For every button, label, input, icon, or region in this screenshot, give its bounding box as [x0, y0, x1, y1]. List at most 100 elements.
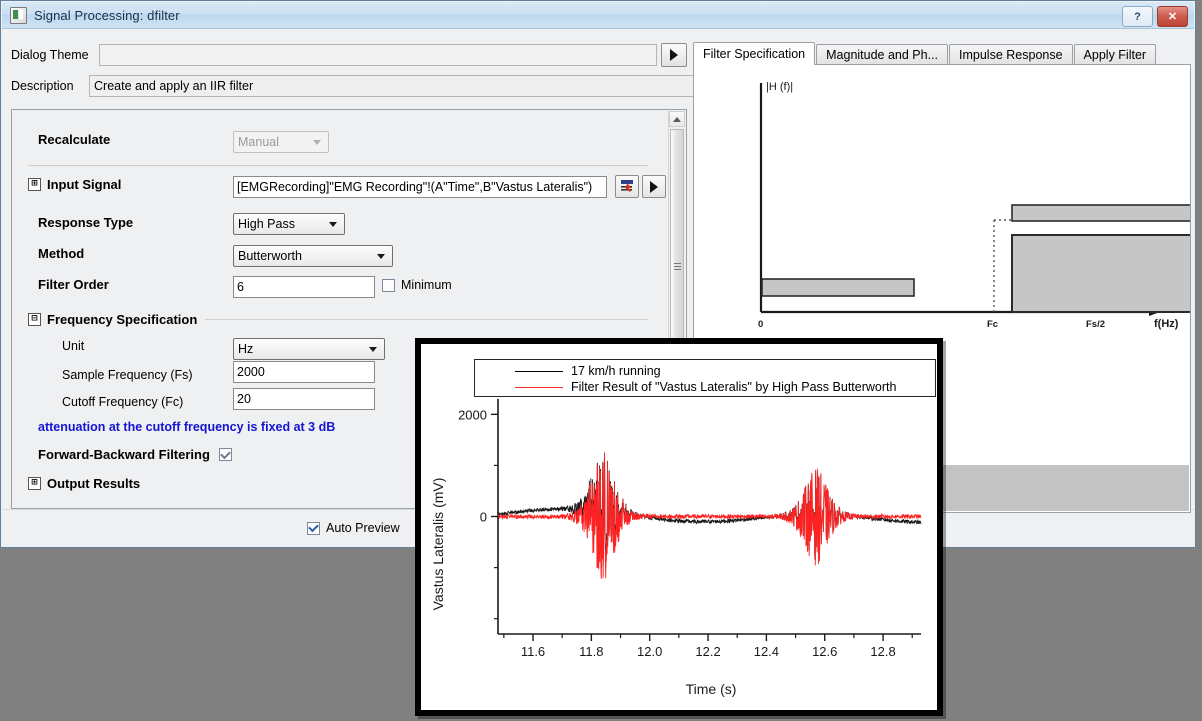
diagram-x-axis-label: f(Hz) [1154, 318, 1179, 330]
description-field[interactable]: Create and apply an IIR filter [89, 75, 709, 97]
recalculate-row: Recalculate [38, 132, 228, 147]
tab-strip: Filter Specification Magnitude and Ph...… [693, 42, 1157, 65]
forward-backward-checkbox[interactable] [218, 448, 232, 461]
plot-y-axis-label: Vastus Lateralis (mV) [430, 478, 446, 611]
response-type-select[interactable]: High Pass [233, 213, 345, 235]
description-label: Description [11, 79, 74, 93]
triangle-right-icon [650, 180, 658, 193]
auto-preview-row: Auto Preview [307, 521, 400, 535]
trace-raw [497, 452, 922, 569]
diagram-tick-fs2: Fs/2 [1086, 319, 1105, 330]
input-signal-row: ⊞ Input Signal [28, 177, 121, 192]
chevron-down-icon [313, 139, 321, 145]
auto-preview-label: Auto Preview [326, 521, 400, 535]
auto-preview-checkbox[interactable] [307, 521, 320, 535]
chevron-down-icon [369, 346, 377, 352]
x-tick-label: 11.6 [521, 644, 545, 659]
tab-impulse-response[interactable]: Impulse Response [949, 44, 1073, 65]
x-tick-label: 12.4 [754, 644, 779, 659]
chevron-up-icon [673, 116, 681, 122]
grip-icon [673, 263, 681, 270]
input-signal-expander[interactable]: ⊞ [28, 178, 41, 191]
diagram-tick-0: 0 [758, 319, 763, 330]
window-title: Signal Processing: dfilter [34, 7, 180, 23]
dialog-theme-menu-button[interactable] [661, 43, 687, 67]
frequency-specification-group-header: ⊟ Frequency Specification [28, 312, 648, 327]
output-results-label: Output Results [47, 476, 141, 491]
tab-magnitude-and-phase[interactable]: Magnitude and Ph... [816, 44, 949, 65]
method-select[interactable]: Butterworth [233, 245, 393, 267]
input-signal-label: Input Signal [47, 177, 122, 192]
unit-label: Unit [62, 339, 85, 353]
minimum-checkbox-row: Minimum [382, 278, 452, 292]
filter-order-field[interactable]: 6 [233, 276, 375, 298]
dialog-theme-label: Dialog Theme [11, 48, 89, 62]
scroll-up-button[interactable] [669, 111, 685, 127]
select-data-icon-button[interactable] [615, 175, 639, 198]
triangle-right-icon [670, 49, 679, 61]
diagram-tick-fc: Fc [987, 319, 998, 330]
sample-frequency-label: Sample Frequency (Fs) [62, 368, 193, 382]
forward-backward-row: Forward-Backward Filtering [38, 447, 232, 462]
response-type-row: Response Type [38, 215, 133, 230]
window-buttons: ? ✕ [1122, 6, 1188, 27]
chevron-down-icon [329, 221, 337, 227]
recalculate-select[interactable]: Manual [233, 131, 329, 153]
minimum-label: Minimum [401, 278, 452, 292]
output-results-row: ⊞ Output Results [28, 476, 140, 491]
recalculate-value: Manual [238, 135, 279, 149]
cutoff-frequency-row: Cutoff Frequency (Fc) [62, 395, 183, 409]
plot-ticks: 11.6 11.8 12.0 12.2 12.4 12.6 12.8 2000 0 [458, 407, 913, 659]
method-label: Method [38, 246, 85, 261]
attenuation-note: attenuation at the cutoff frequency is f… [38, 420, 336, 434]
input-signal-field[interactable]: [EMGRecording]"EMG Recording"!(A"Time",B… [233, 176, 607, 198]
close-button[interactable]: ✕ [1157, 6, 1188, 27]
method-value: Butterworth [238, 249, 302, 263]
x-tick-label: 11.8 [579, 644, 603, 659]
y-tick-label: 0 [480, 510, 487, 525]
dialog-theme-row: Dialog Theme [11, 43, 687, 67]
sample-frequency-field[interactable]: 2000 [233, 361, 375, 383]
diagram-y-axis-label: |H (f)| [766, 81, 793, 93]
group-rule [205, 319, 648, 320]
frequency-specification-expander[interactable]: ⊟ [28, 313, 41, 326]
filter-specification-diagram: |H (f)| f(Hz) 0 Fc Fs/2 [758, 81, 1190, 330]
method-row: Method [38, 246, 84, 261]
x-tick-label: 12.6 [812, 644, 837, 659]
response-type-value: High Pass [238, 217, 295, 231]
app-icon [10, 6, 27, 24]
y-tick-label: 2000 [458, 407, 487, 422]
cutoff-frequency-field[interactable]: 20 [233, 388, 375, 410]
form-divider [28, 165, 648, 166]
cutoff-frequency-label: Cutoff Frequency (Fc) [62, 395, 184, 409]
unit-row: Unit [62, 339, 84, 353]
forward-backward-label: Forward-Backward Filtering [38, 447, 210, 462]
dialog-theme-field[interactable] [98, 44, 658, 66]
unit-select[interactable]: Hz [233, 338, 385, 360]
select-data-icon [620, 180, 633, 192]
unit-value: Hz [238, 342, 254, 356]
description-row: Description Create and apply an IIR filt… [11, 75, 711, 97]
minimum-checkbox[interactable] [382, 278, 395, 292]
frequency-specification-label: Frequency Specification [47, 312, 198, 327]
preview-graph-window: 17 km/h running Filter Result of "Vastus… [415, 338, 943, 716]
x-tick-label: 12.0 [637, 644, 662, 659]
filter-order-row: Filter Order [38, 277, 109, 292]
filter-order-label: Filter Order [38, 277, 109, 292]
output-results-expander[interactable]: ⊞ [28, 477, 41, 490]
trace-filtered [497, 452, 922, 580]
tab-filter-specification[interactable]: Filter Specification [693, 42, 816, 65]
chevron-down-icon [377, 253, 385, 259]
sample-frequency-row: Sample Frequency (Fs) [62, 368, 193, 382]
tab-apply-filter[interactable]: Apply Filter [1073, 44, 1157, 65]
input-signal-run-button[interactable] [642, 175, 666, 198]
plot-traces [497, 452, 922, 580]
help-button[interactable]: ? [1122, 6, 1153, 27]
response-type-label: Response Type [38, 215, 134, 230]
title-bar: Signal Processing: dfilter ? ✕ [2, 2, 1194, 29]
emg-signal-plot: 11.6 11.8 12.0 12.2 12.4 12.6 12.8 2000 0 Vastus… [430, 399, 922, 697]
plot-x-axis-label: Time (s) [686, 681, 737, 697]
x-tick-label: 12.2 [695, 644, 720, 659]
x-tick-label: 12.8 [870, 644, 895, 659]
recalculate-label: Recalculate [38, 132, 111, 147]
